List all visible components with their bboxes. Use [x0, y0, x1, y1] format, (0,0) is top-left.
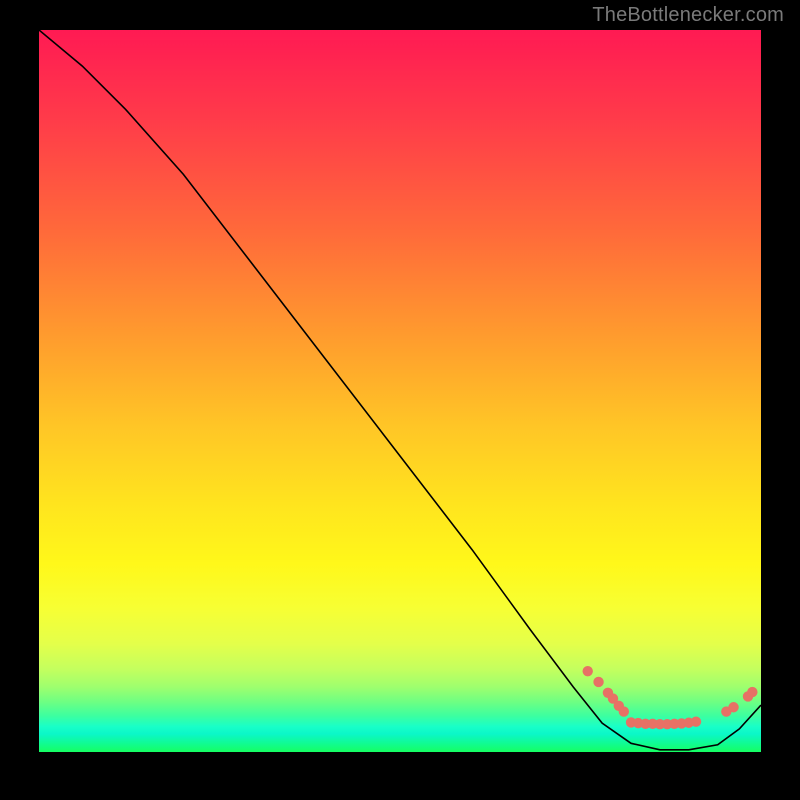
bottleneck-curve — [39, 30, 761, 750]
plot-area — [39, 30, 761, 752]
curve-layer — [39, 30, 761, 752]
data-marker — [747, 687, 757, 697]
data-marker — [593, 677, 603, 687]
data-marker — [583, 666, 593, 676]
data-markers — [583, 666, 758, 729]
data-marker — [691, 716, 701, 726]
data-marker — [619, 706, 629, 716]
attribution-label: TheBottlenecker.com — [592, 4, 784, 27]
data-marker — [728, 702, 738, 712]
chart-stage: TheBottlenecker.com — [0, 0, 800, 800]
